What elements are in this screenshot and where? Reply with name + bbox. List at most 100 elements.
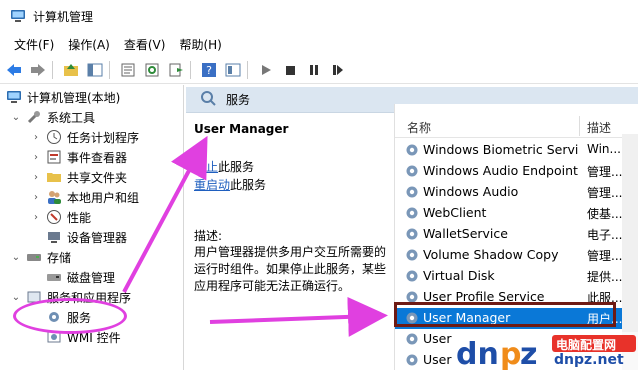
- site-watermark: dn p z 电脑配置网 dnpz.net: [452, 332, 638, 372]
- column-header: 名称 描述: [395, 114, 638, 138]
- up-folder-icon[interactable]: [61, 60, 81, 80]
- svg-text:?: ?: [206, 64, 212, 77]
- folder-icon: [46, 169, 62, 185]
- tree-item-label: 存储: [47, 250, 72, 265]
- chevron-right-icon[interactable]: ›: [30, 152, 42, 163]
- service-gear-icon: [404, 226, 420, 242]
- window-title: 计算机管理: [33, 9, 94, 24]
- service-row[interactable]: Windows Biometric Servi... Win...: [395, 140, 638, 161]
- stop-service-line: 停止此服务: [194, 158, 254, 175]
- menu-action[interactable]: 操作(A): [61, 36, 117, 53]
- computer-icon: [6, 89, 22, 105]
- tree-item-label: 设备管理器: [67, 230, 128, 245]
- chevron-right-icon[interactable]: ›: [30, 172, 42, 183]
- properties-icon[interactable]: [118, 60, 138, 80]
- tree-item-system-tools[interactable]: ⌄ 系统工具: [10, 107, 95, 127]
- event-viewer-icon: [46, 149, 62, 165]
- service-gear-icon: [404, 205, 420, 221]
- stop-service-suffix: 此服务: [218, 160, 255, 174]
- column-description[interactable]: 描述: [587, 119, 611, 136]
- back-icon[interactable]: [4, 60, 24, 80]
- chevron-right-icon[interactable]: ›: [30, 132, 42, 143]
- tree-item-label: 系统工具: [47, 110, 96, 125]
- disk-icon: [46, 269, 62, 285]
- svg-text:dn: dn: [456, 337, 499, 370]
- tree-item-label: 性能: [67, 210, 92, 225]
- chevron-down-icon[interactable]: ⌄: [10, 252, 22, 263]
- chevron-right-icon[interactable]: ›: [30, 212, 42, 223]
- service-gear-icon: [404, 331, 420, 347]
- tree-item-task-scheduler[interactable]: › 任务计划程序: [30, 127, 139, 147]
- tree-item-label: 磁盘管理: [67, 270, 116, 285]
- svg-text:z: z: [520, 337, 537, 370]
- toolbar-divider: [109, 60, 110, 79]
- users-icon: [46, 189, 62, 205]
- watermark-text: 电脑配置网: [556, 338, 617, 352]
- watermark-brand: dnpz.net: [554, 352, 624, 368]
- refresh-icon[interactable]: [142, 60, 162, 80]
- chevron-down-icon[interactable]: ⌄: [10, 112, 22, 123]
- tree-item-label: 本地用户和组: [67, 190, 140, 205]
- service-gear-icon: [404, 247, 420, 263]
- tree-item-label: 任务计划程序: [67, 130, 140, 145]
- service-row[interactable]: Windows Audio 管理...: [395, 182, 638, 203]
- chevron-down-icon[interactable]: ⌄: [10, 292, 22, 303]
- toolbar: ?: [0, 56, 638, 84]
- stop-service-link[interactable]: 停止: [194, 160, 218, 174]
- service-row[interactable]: WalletService 电子...: [395, 224, 638, 245]
- tree-root-label: 计算机管理(本地): [27, 90, 121, 105]
- service-name: Volume Shadow Copy: [423, 247, 559, 262]
- menu-bar: 文件(F) 操作(A) 查看(V) 帮助(H): [0, 33, 638, 55]
- tree-item-label: 事件查看器: [67, 150, 128, 165]
- restart-service-link[interactable]: 重启动: [194, 178, 230, 192]
- pause-icon[interactable]: [304, 60, 324, 80]
- tree-item-event-viewer[interactable]: › 事件查看器: [30, 147, 127, 167]
- export-icon[interactable]: [166, 60, 186, 80]
- tree-item-performance[interactable]: › 性能: [30, 207, 91, 227]
- tree-item-disk-management[interactable]: 磁盘管理: [46, 267, 115, 287]
- annotation-circle: [13, 298, 127, 334]
- service-name: Windows Audio Endpoint...: [423, 163, 579, 178]
- help-icon[interactable]: ?: [199, 60, 219, 80]
- column-name[interactable]: 名称: [407, 119, 431, 136]
- services-list: 名称 描述 Windows Biometric Servi... Win... Wi…: [394, 104, 638, 370]
- menu-file[interactable]: 文件(F): [7, 36, 61, 53]
- start-icon[interactable]: [256, 60, 276, 80]
- toolbar-divider: [247, 60, 248, 79]
- selected-row-highlight: [394, 302, 616, 327]
- tools-icon: [26, 109, 42, 125]
- restart-icon[interactable]: [328, 60, 348, 80]
- toolbar-divider: [52, 60, 53, 79]
- svg-text:p: p: [500, 337, 521, 370]
- service-gear-icon: [404, 268, 420, 284]
- chevron-right-icon[interactable]: ›: [30, 192, 42, 203]
- menu-view[interactable]: 查看(V): [117, 36, 173, 53]
- service-title: User Manager: [194, 122, 289, 136]
- service-row[interactable]: Volume Shadow Copy 管理...: [395, 245, 638, 266]
- performance-icon: [46, 209, 62, 225]
- service-row[interactable]: WebClient 使基...: [395, 203, 638, 224]
- search-gear-icon: [200, 90, 216, 109]
- tree-item-storage[interactable]: ⌄ 存储: [10, 247, 71, 267]
- tree-root[interactable]: 计算机管理(本地): [6, 87, 120, 107]
- computer-management-icon: [10, 8, 26, 24]
- title-bar: 计算机管理: [0, 0, 638, 32]
- tree-item-local-users[interactable]: › 本地用户和组: [30, 187, 139, 207]
- tree-item-device-manager[interactable]: 设备管理器: [46, 227, 127, 247]
- service-name: Windows Audio: [423, 184, 519, 199]
- service-row[interactable]: Windows Audio Endpoint... 管理...: [395, 161, 638, 182]
- service-name: WebClient: [423, 205, 487, 220]
- stop-icon[interactable]: [280, 60, 300, 80]
- service-row[interactable]: Virtual Disk 提供...: [395, 266, 638, 287]
- toolbar-divider: [190, 60, 191, 79]
- console-view-icon[interactable]: [223, 60, 243, 80]
- menu-help[interactable]: 帮助(H): [172, 36, 228, 53]
- show-tree-icon[interactable]: [85, 60, 105, 80]
- forward-icon[interactable]: [28, 60, 48, 80]
- tree-item-shared-folders[interactable]: › 共享文件夹: [30, 167, 127, 187]
- column-divider[interactable]: [579, 116, 580, 136]
- tree-item-label: 共享文件夹: [67, 170, 128, 185]
- service-name: Windows Biometric Servi...: [423, 142, 579, 157]
- service-name: WalletService: [423, 226, 508, 241]
- service-gear-icon: [404, 142, 420, 158]
